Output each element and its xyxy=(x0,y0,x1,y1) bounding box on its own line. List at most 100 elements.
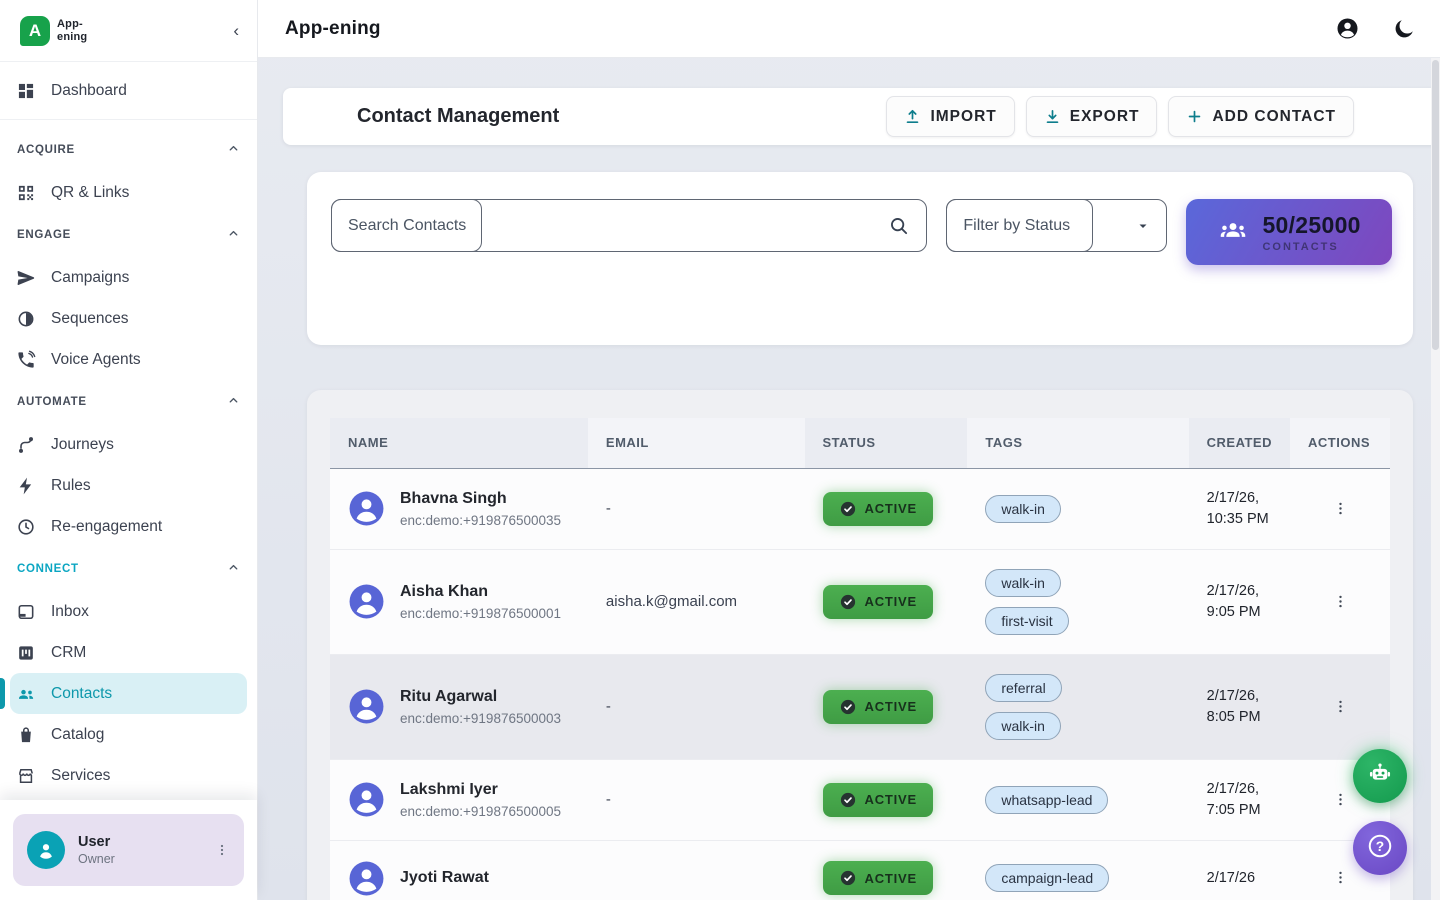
user-info: User Owner xyxy=(78,834,115,866)
sidebar-footer: User Owner xyxy=(0,800,257,900)
sidebar-item-label: Contacts xyxy=(51,685,112,703)
sidebar-item-re-engagement[interactable]: Re-engagement xyxy=(0,506,257,547)
column-header-actions: ACTIONS xyxy=(1290,418,1390,468)
cell-email xyxy=(588,840,805,900)
section-title: Contact Management xyxy=(357,105,559,128)
sidebar-section-connect[interactable]: CONNECT xyxy=(0,547,257,591)
check-circle-icon xyxy=(839,500,857,518)
cell-status: ACTIVE xyxy=(805,468,968,549)
topbar: App-ening xyxy=(258,0,1440,58)
chevron-up-icon xyxy=(227,561,240,577)
sidebar-item-journeys[interactable]: Journeys xyxy=(0,424,257,465)
bag-icon xyxy=(16,725,36,745)
sidebar-section-acquire[interactable]: ACQUIRE xyxy=(0,128,257,172)
sidebar-item-sequences[interactable]: Sequences xyxy=(0,298,257,339)
sidebar-item-label: Rules xyxy=(51,477,91,495)
sidebar-item-dashboard[interactable]: Dashboard xyxy=(0,70,257,111)
row-actions-menu-icon[interactable] xyxy=(1328,694,1353,719)
help-fab[interactable]: ? xyxy=(1353,821,1407,875)
sidebar-item-inbox[interactable]: Inbox xyxy=(0,591,257,632)
dark-mode-icon[interactable] xyxy=(1392,17,1416,41)
sidebar-item-services[interactable]: Services xyxy=(0,755,257,796)
cell-created: 2/17/26,8:05 PM xyxy=(1189,654,1290,759)
row-actions-menu-icon[interactable] xyxy=(1328,496,1353,521)
import-button[interactable]: IMPORT xyxy=(886,96,1014,137)
topbar-actions xyxy=(1335,16,1416,41)
sidebar-item-label: Inbox xyxy=(51,603,89,621)
assistant-fab[interactable] xyxy=(1353,749,1407,803)
tag-chip: campaign-lead xyxy=(985,864,1109,892)
row-actions-menu-icon[interactable] xyxy=(1328,787,1353,812)
user-menu-dots-icon[interactable] xyxy=(214,842,230,858)
table-row[interactable]: Ritu Agarwalenc:demo:+919876500003-ACTIV… xyxy=(330,654,1390,759)
tag-chip: walk-in xyxy=(985,712,1061,740)
sidebar-item-contacts[interactable]: Contacts xyxy=(10,673,247,714)
svg-text:?: ? xyxy=(1376,839,1384,854)
contact-avatar-icon xyxy=(348,490,385,527)
cell-tags: campaign-lead xyxy=(967,840,1188,900)
row-actions-menu-icon[interactable] xyxy=(1328,589,1353,614)
contact-phone: enc:demo:+919876500005 xyxy=(400,804,561,819)
upload-icon xyxy=(904,108,921,125)
table-row[interactable]: Jyoti RawatACTIVEcampaign-lead2/17/26 xyxy=(330,840,1390,900)
sidebar-section-engage[interactable]: ENGAGE xyxy=(0,213,257,257)
sidebar-item-rules[interactable]: Rules xyxy=(0,465,257,506)
tag-chip: first-visit xyxy=(985,607,1068,635)
sidebar-section-automate[interactable]: AUTOMATE xyxy=(0,380,257,424)
status-label: ACTIVE xyxy=(865,699,917,714)
sidebar-item-crm[interactable]: CRM xyxy=(0,632,257,673)
search-icon[interactable] xyxy=(888,215,910,237)
contact-avatar-icon xyxy=(348,583,385,620)
contacts-table-card: NAMEEMAILSTATUSTAGSCREATEDACTIONS Bhavna… xyxy=(307,390,1413,900)
sidebar-item-qr-links[interactable]: QR & Links xyxy=(0,172,257,213)
cell-created: 2/17/26,7:05 PM xyxy=(1189,759,1290,840)
journey-icon xyxy=(16,435,36,455)
cell-name: Lakshmi Iyerenc:demo:+919876500005 xyxy=(330,759,588,840)
contacts-group-icon xyxy=(1217,214,1249,251)
user-name: User xyxy=(78,834,115,850)
tag-chip: walk-in xyxy=(985,569,1061,597)
chevron-up-icon xyxy=(227,227,240,243)
inbox-icon xyxy=(16,602,36,622)
sequence-icon xyxy=(16,309,36,329)
status-badge: ACTIVE xyxy=(823,492,933,526)
import-label: IMPORT xyxy=(930,108,996,126)
status-filter-select[interactable]: Filter by Status xyxy=(946,199,1167,252)
sidebar-nav: Dashboard ACQUIRE QR & LinksENGAGECampaign… xyxy=(0,62,257,800)
voice-icon xyxy=(16,350,36,370)
cell-actions xyxy=(1290,549,1390,654)
sidebar-item-catalog[interactable]: Catalog xyxy=(0,714,257,755)
export-button[interactable]: EXPORT xyxy=(1026,96,1158,137)
sidebar-item-label: Catalog xyxy=(51,726,104,744)
table-row[interactable]: Bhavna Singhenc:demo:+919876500035-ACTIV… xyxy=(330,468,1390,549)
check-circle-icon xyxy=(839,791,857,809)
sidebar-item-campaigns[interactable]: Campaigns xyxy=(0,257,257,298)
dashboard-icon xyxy=(16,81,36,101)
contact-avatar-icon xyxy=(348,688,385,725)
brand-name-line2: ening xyxy=(57,31,87,43)
send-icon xyxy=(16,268,36,288)
row-actions-menu-icon[interactable] xyxy=(1328,865,1353,890)
search-input[interactable]: Search Contacts xyxy=(331,199,927,252)
cell-tags: walk-in xyxy=(967,468,1188,549)
scrollbar-thumb[interactable] xyxy=(1432,60,1439,350)
sidebar-item-label: Sequences xyxy=(51,310,129,328)
contact-avatar-icon xyxy=(348,860,385,897)
table-row[interactable]: Lakshmi Iyerenc:demo:+919876500005-ACTIV… xyxy=(330,759,1390,840)
contacts-count-badge[interactable]: 50/25000 CONTACTS xyxy=(1186,199,1392,265)
sidebar-item-voice-agents[interactable]: Voice Agents xyxy=(0,339,257,380)
add-contact-button[interactable]: ADD CONTACT xyxy=(1168,96,1354,137)
main-area: App-ening Contact Management IMPORT xyxy=(258,0,1440,900)
account-icon[interactable] xyxy=(1335,16,1360,41)
cell-tags: walk-in first-visit xyxy=(967,549,1188,654)
cell-status: ACTIVE xyxy=(805,840,968,900)
sidebar-collapse-icon[interactable]: ‹ xyxy=(233,22,239,39)
contacts-table: NAMEEMAILSTATUSTAGSCREATEDACTIONS Bhavna… xyxy=(330,418,1390,900)
chevron-up-icon xyxy=(227,142,240,158)
table-row[interactable]: Aisha Khanenc:demo:+919876500001aisha.k@… xyxy=(330,549,1390,654)
scrollbar[interactable] xyxy=(1431,58,1440,900)
section-label-text: ACQUIRE xyxy=(17,144,75,156)
user-card[interactable]: User Owner xyxy=(13,814,244,886)
search-filter-card: Search Contacts Filter by Status xyxy=(307,172,1413,345)
cell-name: Aisha Khanenc:demo:+919876500001 xyxy=(330,549,588,654)
